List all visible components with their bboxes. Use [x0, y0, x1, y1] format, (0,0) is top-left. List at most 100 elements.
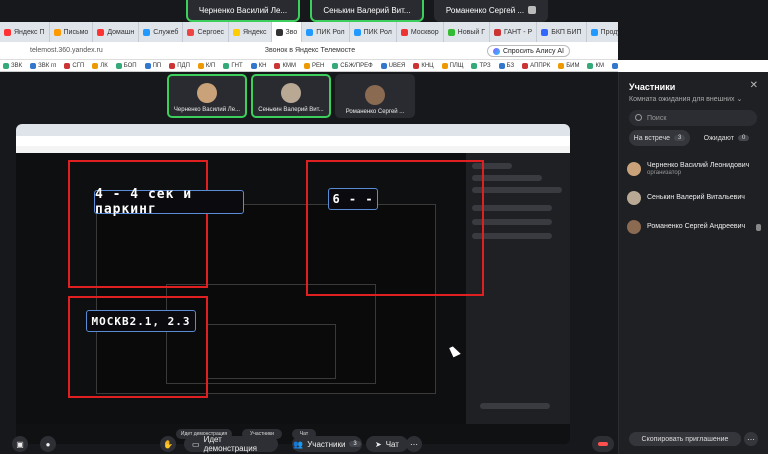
participant-name: Сенькин Валерий Витальевич: [647, 194, 745, 201]
copy-invite-button[interactable]: Скопировать приглашение: [629, 432, 741, 446]
bookmark-item[interactable]: ЛК: [89, 62, 110, 69]
raise-hand-icon[interactable]: ✋: [160, 436, 176, 452]
mic-off-icon: [756, 224, 761, 231]
list-item[interactable]: Романенко Сергей Андреевич: [619, 212, 768, 241]
tab-label: Москвор: [410, 28, 439, 36]
top-tile-1[interactable]: Черненко Василий Ле...: [186, 0, 300, 22]
tab-in-meeting[interactable]: На встрече 3: [629, 130, 690, 146]
top-tile-name: Черненко Василий Ле...: [198, 5, 288, 15]
bookmark-icon: [498, 62, 505, 69]
top-tile-3[interactable]: Романенко Сергей ...: [434, 0, 548, 22]
more-options-icon[interactable]: ⋯: [744, 432, 758, 446]
video-tile-3[interactable]: Романенко Сергей ...: [335, 74, 415, 118]
chevron-down-icon: ⌄: [736, 96, 743, 103]
browser-tab[interactable]: ПИК Рол: [302, 22, 350, 42]
bookmark-item[interactable]: КНЦ: [410, 62, 436, 69]
bookmark-label: ПДП: [177, 62, 190, 69]
bookmark-label: СБЖ/ПРЕФ: [340, 62, 373, 69]
video-stage: Черненко Василий Ле... Сенькин Валерий В…: [0, 72, 618, 454]
waiting-room-selector[interactable]: Комната ожидания для внешних ⌄: [629, 95, 742, 103]
close-icon[interactable]: ✕: [750, 80, 758, 91]
bookmark-item[interactable]: КМ: [584, 62, 607, 69]
bookmark-item[interactable]: К/П: [195, 62, 218, 69]
url-field[interactable]: telemost.360.yandex.ru: [30, 47, 103, 54]
tab-label: Яндекс: [242, 28, 267, 36]
browser-tab[interactable]: ГАНТ - Р: [490, 22, 538, 42]
tab-waiting[interactable]: Ожидают 0: [696, 130, 757, 146]
bookmark-icon: [471, 62, 478, 69]
top-tile-2[interactable]: Сенькин Валерий Вит...: [310, 0, 424, 22]
bookmark-label: ТРЗ: [479, 62, 491, 69]
bookmark-item[interactable]: КН: [248, 62, 270, 69]
browser-tab[interactable]: Зво: [271, 22, 303, 42]
browser-tab[interactable]: БКП БИП: [537, 22, 587, 42]
browser-tab[interactable]: Новый Г: [444, 22, 490, 42]
bookmark-icon: [3, 62, 9, 69]
bookmark-item[interactable]: UBEЯ: [378, 62, 409, 69]
search-input[interactable]: Поиск: [629, 110, 757, 126]
bookmark-item[interactable]: КММ: [271, 62, 299, 69]
bookmark-item[interactable]: ТРЗ: [468, 62, 493, 69]
bookmark-item[interactable]: БОП: [113, 62, 140, 69]
browser-tab[interactable]: Москвор: [397, 22, 444, 42]
bookmark-label: ЛК: [100, 62, 108, 69]
annotation-label-2: 6 - -: [328, 188, 378, 210]
browser-tab[interactable]: Продукт: [587, 22, 618, 42]
browser-tab[interactable]: Сергоес: [183, 22, 229, 42]
video-tile-name: Сенькин Валерий Вит...: [258, 107, 324, 113]
screen-share-button[interactable]: ▭ Идет демонстрация: [184, 435, 278, 453]
ask-alice-button[interactable]: Спросить Алису AI: [486, 45, 570, 57]
list-item[interactable]: Черненко Василий Леонидович организатор: [619, 154, 768, 183]
tab-label: На встрече: [633, 134, 670, 142]
list-item[interactable]: Сенькин Валерий Витальевич: [619, 183, 768, 212]
bookmark-item[interactable]: СБЖ/ПРЕФ: [329, 62, 375, 69]
nested-share-3: [206, 324, 336, 379]
bookmark-item[interactable]: ПП: [142, 62, 165, 69]
camera-off-icon[interactable]: ▣: [12, 436, 28, 452]
chat-button[interactable]: ➤ Чат: [366, 436, 408, 452]
bookmarks-bar-overflow: [618, 60, 768, 72]
sidebar-tabs: На встрече 3 Ожидают 0: [629, 130, 757, 146]
call-controls: ▣ ● ✋ ▭ Идет демонстрация 👥 Участники 3 ➤ Ча…: [0, 434, 618, 454]
browser-tab[interactable]: Письмо: [50, 22, 94, 42]
browser-tab[interactable]: Служеб: [139, 22, 184, 42]
bookmark-label: БЗ: [506, 62, 515, 69]
browser-tab[interactable]: Яндекс П: [0, 22, 50, 42]
bookmark-item[interactable]: РЕН: [301, 62, 327, 69]
bookmark-icon: [223, 62, 230, 69]
bookmark-label: К/П: [205, 62, 216, 69]
bookmark-item[interactable]: ПДП: [166, 62, 193, 69]
top-tile-name: Романенко Сергей ...: [445, 5, 525, 15]
browser-tab[interactable]: ПИК Рол: [350, 22, 397, 42]
tab-count: 0: [737, 135, 750, 141]
participant-face: [197, 83, 217, 103]
participant-name: Черненко Василий Леонидович: [647, 162, 750, 169]
browser-tab[interactable]: Яндекс: [229, 22, 272, 42]
tab-label: Сергоес: [197, 28, 224, 36]
bookmark-item[interactable]: ЗВК: [0, 62, 25, 69]
bookmark-item[interactable]: АППРК: [519, 62, 553, 69]
browser-tab[interactable]: Домашн: [93, 22, 140, 42]
bookmark-item[interactable]: ГНТ: [220, 62, 245, 69]
more-options-icon[interactable]: ⋯: [406, 436, 422, 452]
participants-button[interactable]: 👥 Участники 3: [292, 436, 362, 452]
bookmark-item[interactable]: СГП: [61, 62, 87, 69]
tab-label: Зво: [285, 28, 298, 36]
video-tile-2[interactable]: Сенькин Валерий Вит...: [251, 74, 331, 118]
annotation-label-3: МОСКВ2.1, 2.3: [86, 310, 196, 332]
annotation-box-2: [306, 160, 484, 296]
bookmark-item[interactable]: БЗ: [496, 62, 518, 69]
mic-off-icon[interactable]: ●: [40, 436, 56, 452]
bookmark-item[interactable]: ЗВК гп: [27, 62, 59, 69]
participant-name: Романенко Сергей Андреевич: [647, 223, 746, 230]
bookmark-item[interactable]: ГТО: [609, 62, 618, 69]
tab-favicon-icon: [97, 28, 105, 36]
participant-role: организатор: [647, 170, 682, 176]
bookmark-label: UBEЯ: [388, 62, 406, 69]
bookmark-icon: [197, 62, 204, 69]
bookmark-item[interactable]: ПЛЩ: [439, 62, 467, 69]
bookmark-item[interactable]: БИМ: [555, 62, 582, 69]
video-tile-1[interactable]: Черненко Василий Ле...: [167, 74, 247, 118]
hang-up-button[interactable]: [592, 436, 614, 452]
search-placeholder: Поиск: [647, 114, 667, 122]
